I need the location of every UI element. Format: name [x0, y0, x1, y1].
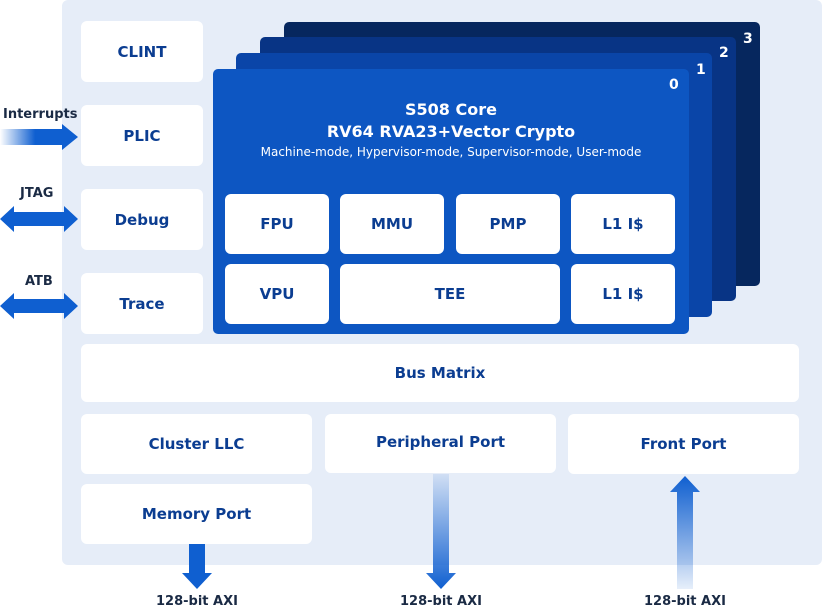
front-port-axi-label: 128-bit AXI [644, 594, 726, 609]
front-port-arrow [670, 476, 700, 589]
peripheral-port-axi-label: 128-bit AXI [400, 594, 482, 609]
jtag-arrow [0, 206, 78, 232]
interrupts-arrow [0, 124, 78, 150]
memory-port-axi-label: 128-bit AXI [156, 594, 238, 609]
memory-port-arrow [182, 544, 212, 589]
peripheral-port-arrow [426, 474, 456, 589]
atb-arrow [0, 293, 78, 319]
connection-arrows [0, 124, 700, 589]
